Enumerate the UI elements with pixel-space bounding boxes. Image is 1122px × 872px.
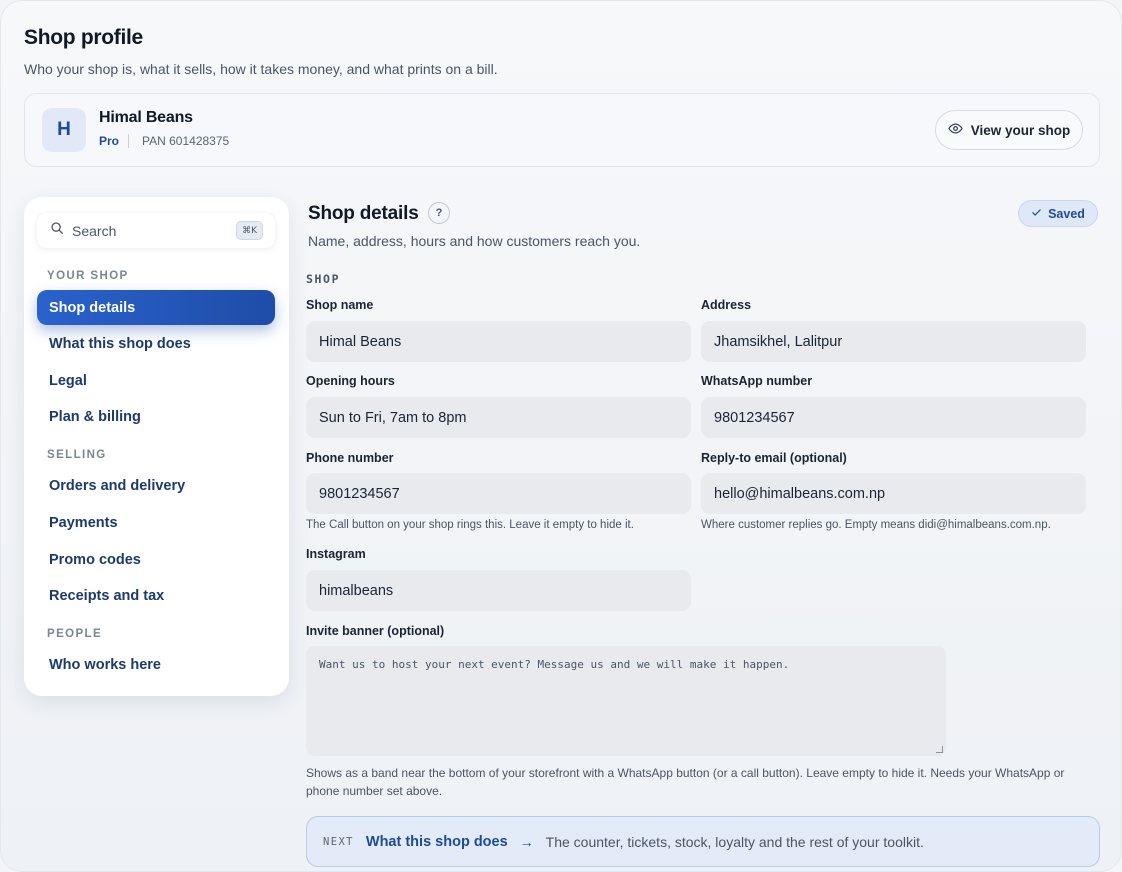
section-people: PEOPLE [47, 628, 103, 640]
reply-email-hint: Where customer replies go. Empty means d… [701, 519, 1051, 531]
section-title: Shop details [308, 203, 419, 224]
section-subtitle: Name, address, hours and how customers r… [308, 233, 641, 249]
view-shop-button[interactable]: View your shop [935, 110, 1083, 150]
section-selling: SELLING [47, 449, 107, 461]
shop-meta: Pro PAN 601428375 [99, 134, 229, 148]
opening-hours-field[interactable]: Sun to Fri, 7am to 8pm [306, 397, 691, 438]
shop-avatar: H [42, 108, 86, 152]
shop-name-field[interactable]: Himal Beans [306, 321, 691, 362]
whatsapp-field[interactable]: 9801234567 [701, 397, 1086, 438]
sidebar-item-plan-billing[interactable]: Plan & billing [49, 409, 141, 425]
reply-email-field[interactable]: hello@himalbeans.com.np [701, 473, 1086, 514]
section-your-shop: YOUR SHOP [47, 270, 129, 282]
sidebar-item-payments[interactable]: Payments [49, 515, 118, 531]
group-label-shop: SHOP [306, 272, 341, 286]
check-icon [1031, 207, 1042, 221]
eye-icon [948, 121, 963, 139]
page-subtitle: Who your shop is, what it sells, how it … [24, 61, 498, 77]
invite-banner-placeholder: Want us to host your next event? Message… [319, 658, 790, 671]
next-link-title[interactable]: What this shop does [366, 834, 508, 850]
sidebar-item-receipts-tax[interactable]: Receipts and tax [49, 588, 164, 604]
phone-field[interactable]: 9801234567 [306, 473, 691, 514]
invite-banner-hint: Shows as a band near the bottom of your … [306, 766, 1065, 798]
next-tag: NEXT [323, 835, 354, 848]
address-label: Address [701, 298, 752, 312]
shortcut-badge: ⌘K [236, 221, 263, 240]
search-icon [50, 221, 64, 240]
sidebar-item-what-this-shop-does[interactable]: What this shop does [49, 336, 191, 352]
resize-handle-icon[interactable] [936, 746, 943, 753]
sidebar-item-shop-details[interactable]: Shop details [37, 290, 275, 325]
instagram-field[interactable]: himalbeans [306, 570, 691, 611]
saved-status-badge: Saved [1018, 200, 1098, 227]
search-input[interactable]: Search ⌘K [37, 213, 275, 248]
pan-number: PAN 601428375 [142, 134, 230, 148]
phone-hint: The Call button on your shop rings this.… [306, 519, 634, 531]
reply-email-label: Reply-to email (optional) [701, 451, 847, 465]
help-icon[interactable]: ? [428, 202, 450, 224]
app-window: Shop profile Who your shop is, what it s… [0, 0, 1122, 872]
page-title: Shop profile [24, 26, 143, 49]
search-placeholder: Search [72, 222, 117, 239]
sidebar-item-legal[interactable]: Legal [49, 373, 87, 389]
next-description: The counter, tickets, stock, loyalty and… [545, 833, 924, 850]
shop-name: Himal Beans [99, 109, 193, 126]
opening-hours-label: Opening hours [306, 374, 395, 388]
meta-divider [128, 134, 130, 148]
phone-label: Phone number [306, 451, 394, 465]
saved-label: Saved [1048, 206, 1085, 221]
view-shop-label: View your shop [970, 122, 1071, 138]
arrow-right-icon: → [519, 833, 534, 850]
address-field[interactable]: Jhamsikhel, Lalitpur [701, 321, 1086, 362]
plan-badge: Pro [99, 134, 120, 148]
instagram-label: Instagram [306, 547, 366, 561]
shop-name-label: Shop name [306, 298, 374, 312]
sidebar-item-promo-codes[interactable]: Promo codes [49, 552, 141, 568]
next-section-link[interactable]: NEXT What this shop does → The counter, … [306, 816, 1100, 867]
invite-banner-label: Invite banner (optional) [306, 624, 445, 638]
settings-sidebar: Search ⌘K YOUR SHOP Shop details What th… [24, 197, 289, 696]
invite-banner-textarea[interactable]: Want us to host your next event? Message… [306, 646, 946, 756]
sidebar-item-orders-delivery[interactable]: Orders and delivery [49, 478, 185, 494]
shop-card: H Himal Beans Pro PAN 601428375 View you… [24, 93, 1100, 167]
sidebar-item-who-works-here[interactable]: Who works here [49, 657, 161, 673]
whatsapp-label: WhatsApp number [701, 374, 813, 388]
